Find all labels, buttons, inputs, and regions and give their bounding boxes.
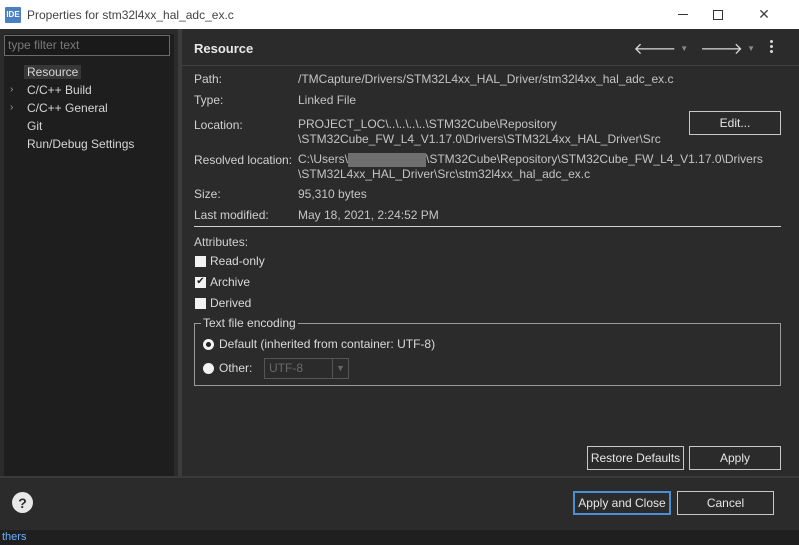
cancel-button[interactable]: Cancel — [677, 491, 774, 515]
encoding-select[interactable]: UTF-8 ▼ — [264, 358, 349, 379]
forward-arrow-icon[interactable]: 🡒 — [700, 38, 743, 59]
history-nav: 🡐 ▼ 🡒 ▼ — [633, 38, 763, 59]
checkbox-label: Archive — [210, 275, 251, 289]
size-value: 95,310 bytes — [298, 187, 367, 201]
chevron-down-icon[interactable]: ▼ — [747, 44, 755, 53]
background-window-strip: thers — [0, 530, 799, 545]
apply-and-close-button[interactable]: Apply and Close — [573, 491, 671, 515]
resource-page: Path: /TMCapture/Drivers/STM32L4xx_HAL_D… — [182, 66, 799, 476]
edit-button[interactable]: Edit... — [689, 111, 781, 135]
filter-input[interactable]: type filter text — [4, 35, 170, 56]
tree-item-label: Resource — [24, 64, 82, 79]
path-value: /TMCapture/Drivers/STM32L4xx_HAL_Driver/… — [298, 72, 674, 86]
tree-item-label: Run/Debug Settings — [27, 136, 135, 151]
title-bar: IDE Properties for stm32l4xx_hal_adc_ex.… — [0, 0, 799, 29]
checkmark-icon[interactable]: ✔ — [195, 276, 206, 288]
radio-label: Default (inherited from container: UTF-8… — [219, 337, 436, 351]
ide-logo-icon: IDE — [5, 6, 21, 23]
chevron-right-icon[interactable]: › — [10, 84, 24, 95]
other-encoding-radio[interactable]: Other: — [203, 361, 252, 375]
read-only-checkbox[interactable]: Read-only — [195, 254, 265, 268]
chevron-right-icon[interactable]: › — [10, 102, 24, 113]
default-encoding-radio[interactable]: Default (inherited from container: UTF-8… — [203, 337, 435, 351]
close-icon: ✕ — [758, 6, 770, 22]
tree-item-cpp-general[interactable]: › C/C++ General — [10, 99, 111, 116]
archive-checkbox[interactable]: ✔ Archive — [195, 275, 250, 289]
minimize-icon — [678, 14, 688, 15]
redacted-username — [348, 152, 427, 167]
maximize-icon — [713, 9, 723, 20]
resolved-location-label: Resolved location: — [194, 153, 293, 167]
radio-label: Other: — [219, 361, 253, 375]
tree-item-cpp-build[interactable]: › C/C++ Build — [10, 81, 95, 98]
tree-item-label: Git — [27, 118, 43, 133]
button-bar: ? Apply and Close Cancel — [0, 478, 799, 530]
restore-defaults-button[interactable]: Restore Defaults — [587, 446, 684, 470]
apply-button[interactable]: Apply — [689, 446, 781, 470]
help-icon[interactable]: ? — [12, 492, 33, 513]
size-label: Size: — [194, 187, 221, 201]
maximize-button[interactable] — [695, 0, 741, 29]
path-label: Path: — [194, 72, 223, 86]
chevron-down-icon[interactable]: ▼ — [680, 44, 688, 53]
back-arrow-icon[interactable]: 🡐 — [633, 38, 676, 59]
type-label: Type: — [194, 93, 224, 107]
last-modified-label: Last modified: — [194, 208, 269, 222]
radio-icon[interactable] — [203, 362, 214, 374]
window-title: Properties for stm32l4xx_hal_adc_ex.c — [27, 7, 234, 22]
type-value: Linked File — [298, 93, 357, 107]
attributes-label: Attributes: — [194, 235, 249, 249]
tree-item-label: C/C++ Build — [27, 82, 92, 97]
radio-selected-icon[interactable] — [203, 338, 214, 350]
resolved-location-value: C:\Users\ \STM32Cube\Repository\STM32Cube… — [298, 152, 763, 181]
close-button[interactable]: ✕ — [741, 0, 787, 29]
tree-item-run-debug[interactable]: Run/Debug Settings — [10, 135, 137, 152]
tree-item-resource[interactable]: Resource — [10, 63, 82, 80]
more-options-icon[interactable] — [770, 40, 774, 53]
tree-item-label: C/C++ General — [27, 100, 108, 115]
encoding-legend: Text file encoding — [201, 316, 298, 330]
chevron-down-icon: ▼ — [332, 359, 348, 378]
page-title: Resource — [194, 41, 254, 56]
location-label: Location: — [194, 118, 243, 132]
checkbox-label: Derived — [210, 296, 252, 310]
last-modified-value: May 18, 2021, 2:24:52 PM — [298, 208, 439, 222]
tree-item-git[interactable]: Git — [10, 117, 45, 134]
separator — [194, 226, 781, 227]
checkbox-box[interactable] — [195, 255, 206, 267]
page-header: Resource 🡐 ▼ 🡒 ▼ — [182, 29, 799, 66]
location-value: PROJECT_LOC\..\..\..\..\STM32Cube\Reposi… — [298, 117, 661, 146]
checkbox-box[interactable] — [195, 297, 206, 309]
derived-checkbox[interactable]: Derived — [195, 296, 251, 310]
checkbox-label: Read-only — [210, 254, 265, 268]
